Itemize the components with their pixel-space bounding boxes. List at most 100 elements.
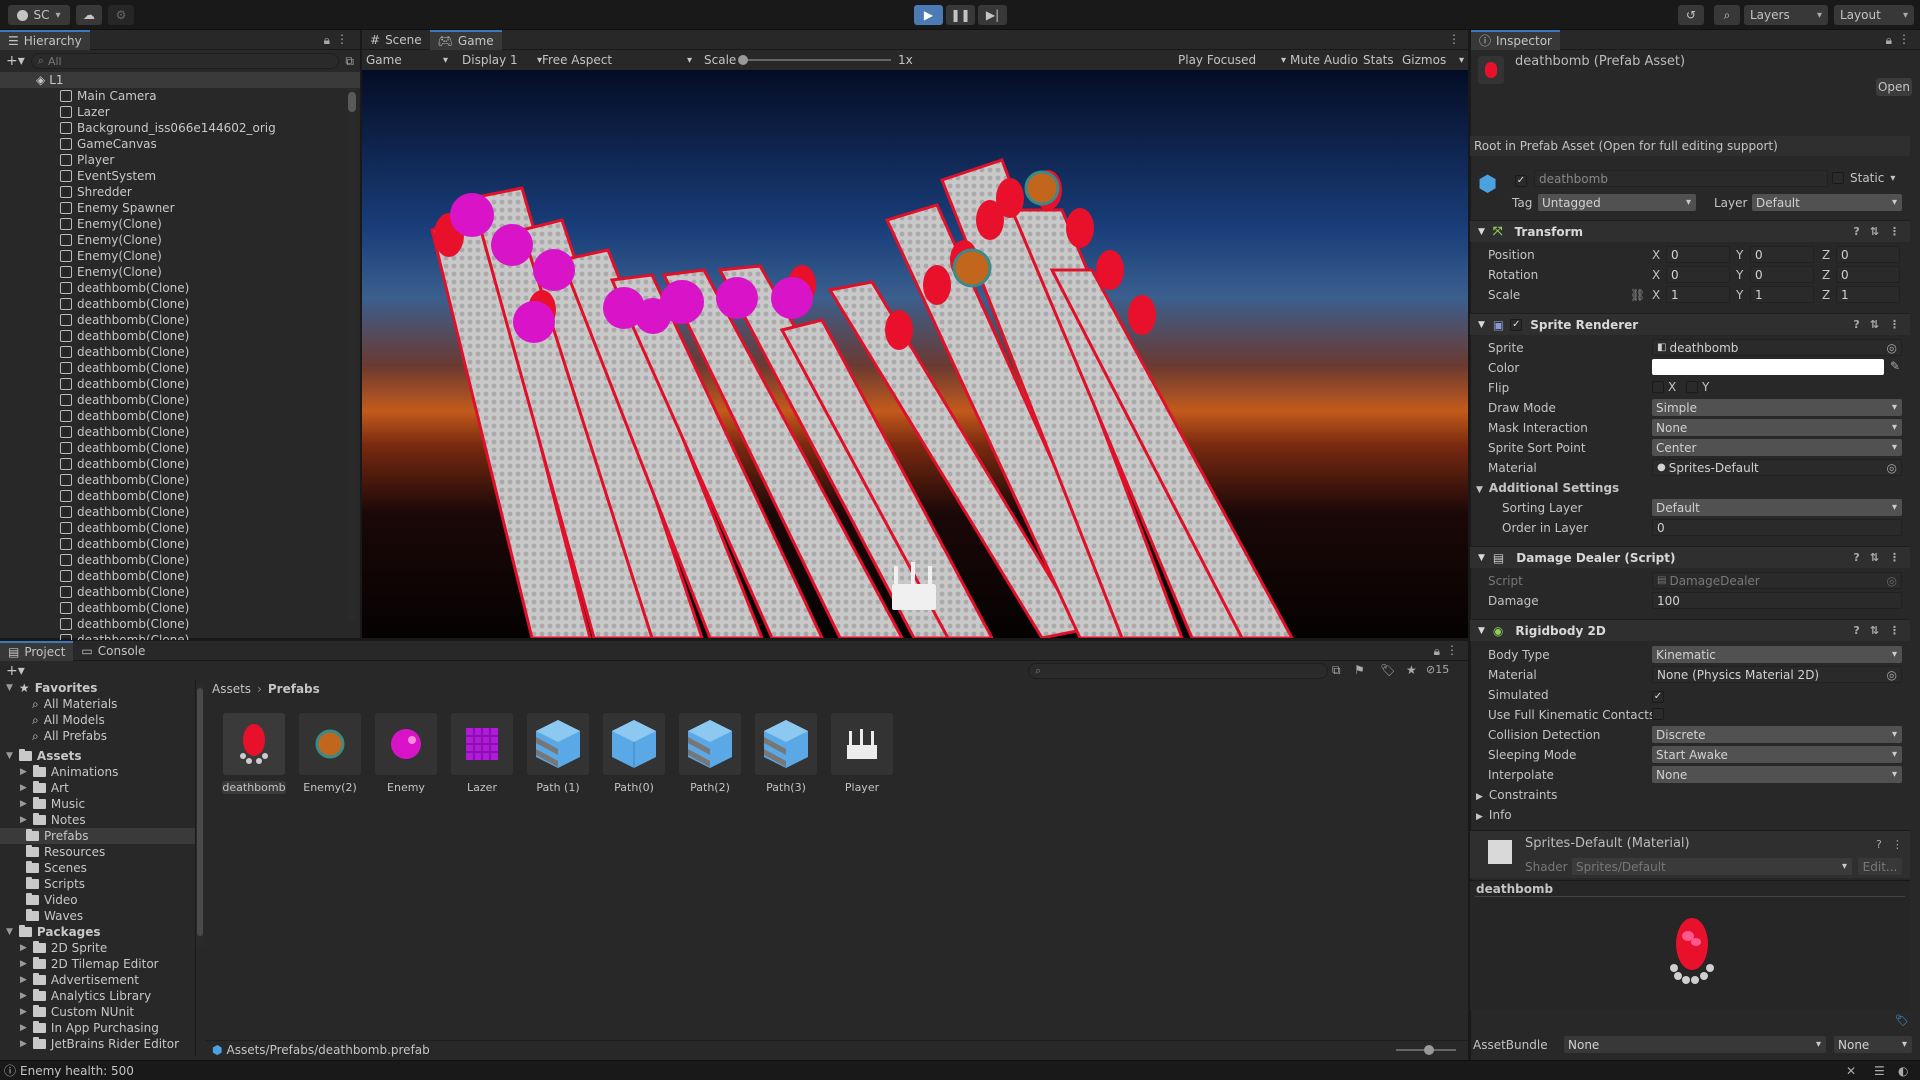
menu-icon[interactable]: ⋮ xyxy=(1448,32,1460,46)
preset-icon[interactable]: ⇅ xyxy=(1870,225,1879,238)
axis-y-label[interactable]: Y xyxy=(1736,268,1743,282)
physics-material-field[interactable]: None (Physics Material 2D) ◎ xyxy=(1652,666,1902,683)
package-folder-item[interactable]: ▶ In App Purchasing xyxy=(0,1020,195,1036)
chevron-right-icon[interactable]: ▶ xyxy=(20,1039,27,1049)
step-button[interactable]: ▶| xyxy=(978,5,1007,25)
hierarchy-item[interactable]: EventSystem xyxy=(0,168,360,184)
add-icon[interactable]: +▾ xyxy=(6,53,25,69)
breadcrumb-prefabs[interactable]: Prefabs xyxy=(268,682,320,696)
menu-icon[interactable]: ⋮ xyxy=(1889,318,1900,331)
eyedropper-icon[interactable]: ✎ xyxy=(1890,359,1900,373)
damage-dealer-header[interactable]: ▼ ▤ Damage Dealer (Script) ? ⇅ ⋮ xyxy=(1470,546,1910,568)
name-field[interactable]: deathbomb xyxy=(1534,170,1828,187)
hierarchy-item[interactable]: Enemy(Clone) xyxy=(0,248,360,264)
aspect-dropdown[interactable]: Free Aspect ▾ xyxy=(542,53,698,67)
hierarchy-item[interactable]: deathbomb(Clone) xyxy=(0,584,360,600)
chevron-right-icon[interactable]: ▶ xyxy=(20,975,27,985)
hierarchy-item[interactable]: Enemy Spawner xyxy=(0,200,360,216)
hierarchy-item[interactable]: Enemy(Clone) xyxy=(0,216,360,232)
axis-z-label[interactable]: Z xyxy=(1822,248,1830,262)
assets-folder-item[interactable]: ▶ Art xyxy=(0,780,195,796)
color-swatch[interactable] xyxy=(1652,359,1884,375)
game-viewport[interactable] xyxy=(362,70,1468,638)
chevron-right-icon[interactable]: ▶ xyxy=(20,959,27,969)
tab-console[interactable]: ▭ Console xyxy=(73,641,153,661)
hierarchy-item[interactable]: deathbomb(Clone) xyxy=(0,344,360,360)
hidden-packages-toggle[interactable]: ⊘ 15 xyxy=(1426,663,1449,676)
menu-icon[interactable]: ⋮ xyxy=(1889,225,1900,238)
info-foldout[interactable]: ▶ Info xyxy=(1476,808,1512,822)
hierarchy-item[interactable]: deathbomb(Clone) xyxy=(0,568,360,584)
favorite-star-icon[interactable]: ★ xyxy=(1406,663,1417,677)
hierarchy-item[interactable]: Enemy(Clone) xyxy=(0,232,360,248)
chevron-right-icon[interactable]: ▶ xyxy=(20,1023,27,1033)
game-mode-dropdown[interactable]: Game ▾ xyxy=(366,53,452,67)
assets-folder-item[interactable]: Scenes xyxy=(0,860,195,876)
assets-folder-item[interactable]: Scripts xyxy=(0,876,195,892)
package-folder-item[interactable]: ▶ JetBrains Rider Editor xyxy=(0,1036,195,1052)
additional-settings-foldout[interactable]: ▼ Additional Settings xyxy=(1476,481,1619,495)
assets-folder-item[interactable]: Resources xyxy=(0,844,195,860)
sleeping-mode-dropdown[interactable]: Start Awake xyxy=(1652,746,1902,763)
project-search-input[interactable]: ⌕ xyxy=(1028,663,1328,679)
asset-item[interactable]: deathbomb xyxy=(222,713,286,794)
package-folder-item[interactable]: ▶ 2D Tilemap Editor xyxy=(0,956,195,972)
lock-icon[interactable]: 🔒︎ xyxy=(1886,33,1892,48)
auto-generate-icon[interactable]: ◐ xyxy=(1898,1064,1908,1078)
hierarchy-item[interactable]: deathbomb(Clone) xyxy=(0,296,360,312)
display-dropdown[interactable]: Display 1 ▾ xyxy=(462,53,542,67)
asset-item[interactable]: Path(2) xyxy=(678,713,742,794)
hierarchy-item[interactable]: deathbomb(Clone) xyxy=(0,536,360,552)
tab-project[interactable]: ▤ Project xyxy=(0,640,74,661)
scale-slider[interactable] xyxy=(738,55,891,65)
gizmos-dropdown[interactable]: Gizmos ▾ xyxy=(1402,53,1464,67)
scene-visibility-icon[interactable]: ⧉ xyxy=(345,54,354,69)
help-icon[interactable]: ? xyxy=(1876,838,1882,851)
package-folder-item[interactable]: ▶ 2D Sprite xyxy=(0,940,195,956)
tab-inspector[interactable]: ⓘ Inspector xyxy=(1471,29,1560,50)
package-folder-item[interactable]: ▶ Analytics Library xyxy=(0,988,195,1004)
chevron-right-icon[interactable]: ▶ xyxy=(20,767,27,777)
hierarchy-item[interactable]: Main Camera xyxy=(0,88,360,104)
hierarchy-item[interactable]: deathbomb(Clone) xyxy=(0,472,360,488)
object-picker-icon[interactable]: ◎ xyxy=(1887,461,1897,475)
constraints-foldout[interactable]: ▶ Constraints xyxy=(1476,788,1557,802)
package-folder-item[interactable]: ▶ Custom NUnit xyxy=(0,1004,195,1020)
hierarchy-search-input[interactable]: ⌕ All xyxy=(30,53,340,69)
hierarchy-item[interactable]: deathbomb(Clone) xyxy=(0,520,360,536)
hierarchy-item[interactable]: deathbomb(Clone) xyxy=(0,392,360,408)
icon-size-thumb[interactable] xyxy=(1424,1045,1434,1055)
label-icon[interactable]: 🏷︎ xyxy=(1380,663,1395,677)
rigidbody-header[interactable]: ▼ ◉ Rigidbody 2D ? ⇅ ⋮ xyxy=(1470,619,1910,641)
pause-button[interactable]: ❚❚ xyxy=(946,5,975,25)
assets-folder-item[interactable]: Waves xyxy=(0,908,195,924)
chevron-down-icon[interactable]: ▼ xyxy=(6,683,13,693)
lock-icon[interactable]: 🔒︎ xyxy=(1434,644,1440,659)
axis-x-label[interactable]: X xyxy=(1652,268,1660,282)
axis-z-label[interactable]: Z xyxy=(1822,288,1830,302)
favorites-section[interactable]: ▼ ★ Favorites xyxy=(0,680,195,696)
account-dropdown[interactable]: SC xyxy=(8,5,70,25)
hierarchy-item[interactable]: Shredder xyxy=(0,184,360,200)
scl-z-field[interactable]: 1 xyxy=(1836,286,1900,303)
asset-item[interactable]: Lazer xyxy=(450,713,514,794)
pos-z-field[interactable]: 0 xyxy=(1836,246,1900,263)
search-button[interactable]: ⌕ xyxy=(1714,5,1740,25)
hierarchy-item[interactable]: deathbomb(Clone) xyxy=(0,376,360,392)
scl-y-field[interactable]: 1 xyxy=(1750,286,1814,303)
chevron-right-icon[interactable]: ▶ xyxy=(20,799,27,809)
mask-interaction-dropdown[interactable]: None xyxy=(1652,419,1902,436)
mute-audio-toggle[interactable]: Mute Audio xyxy=(1290,53,1358,67)
assets-folder-item[interactable]: ▶ Notes xyxy=(0,812,195,828)
progress-icon[interactable]: ✕ xyxy=(1846,1064,1856,1078)
hierarchy-item[interactable]: deathbomb(Clone) xyxy=(0,408,360,424)
axis-z-label[interactable]: Z xyxy=(1822,268,1830,282)
hierarchy-item[interactable]: deathbomb(Clone) xyxy=(0,328,360,344)
hierarchy-item[interactable]: Lazer xyxy=(0,104,360,120)
layer-dropdown[interactable]: Default xyxy=(1752,194,1902,211)
assets-section[interactable]: ▼ Assets xyxy=(0,748,195,764)
breadcrumb-assets[interactable]: Assets xyxy=(212,682,251,696)
help-icon[interactable]: ? xyxy=(1853,624,1859,637)
sprite-renderer-header[interactable]: ▼ ▣ ✓ Sprite Renderer ? ⇅ ⋮ xyxy=(1470,313,1910,335)
favorite-item[interactable]: ⌕ All Models xyxy=(0,712,195,728)
